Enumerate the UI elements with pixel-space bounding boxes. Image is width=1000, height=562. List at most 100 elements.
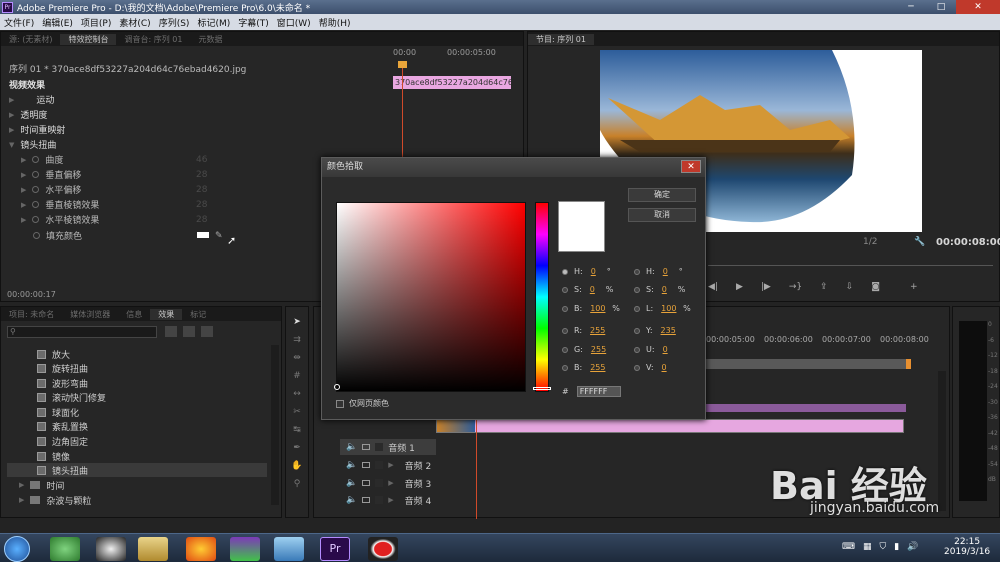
media-app-icon[interactable] <box>230 537 260 561</box>
menu-help[interactable]: 帮助(H) <box>315 16 355 29</box>
tab-program[interactable]: 节目: 序列 01 <box>528 33 594 45</box>
ec-playhead-handle[interactable] <box>398 61 407 68</box>
hand-tool-icon[interactable]: ✋ <box>289 459 305 473</box>
security-icon[interactable]: ⛉ <box>880 542 887 552</box>
param-row[interactable]: ▶ 水平棱镜效果 28 <box>21 212 211 227</box>
timeline-scrollbar[interactable] <box>938 371 946 511</box>
lift-icon[interactable]: ⇪ <box>820 282 828 296</box>
play-icon[interactable]: ▶ <box>736 282 743 296</box>
effect-time-remap[interactable]: ▶ 时间重映射 <box>9 122 65 137</box>
effect-list-item-selected[interactable]: 镜头扭曲 <box>7 463 267 477</box>
rgb-r-field[interactable]: R: 255 <box>562 326 610 335</box>
effect-list-item[interactable]: 波形弯曲 <box>37 376 88 390</box>
video-clip-bar-top[interactable] <box>706 404 906 412</box>
sync-lock-icon[interactable] <box>362 480 371 486</box>
stopwatch-icon[interactable] <box>32 171 40 178</box>
lock-toggle[interactable] <box>375 496 384 504</box>
ec-timecode[interactable]: 00:00:00:17 <box>7 290 56 299</box>
effect-list-item[interactable]: 边角固定 <box>37 434 88 448</box>
radio-hsl-s[interactable] <box>634 286 640 293</box>
ok-button[interactable]: 确定 <box>628 188 696 202</box>
hex-input[interactable]: FFFFFF <box>576 386 621 397</box>
menu-title[interactable]: 字幕(T) <box>234 16 273 29</box>
accelerated-filter-icon[interactable] <box>165 326 177 337</box>
hsl-s-field[interactable]: S: 0% <box>634 285 685 294</box>
menu-clip[interactable]: 素材(C) <box>115 16 154 29</box>
go-to-out-icon[interactable]: →} <box>789 282 802 296</box>
menu-edit[interactable]: 编辑(E) <box>38 16 77 29</box>
sync-lock-icon[interactable] <box>362 497 371 503</box>
stopwatch-icon[interactable] <box>33 232 40 239</box>
audio-track-header[interactable]: 🔈 ▶ 音频 2 <box>340 457 436 473</box>
effects-scrollbar[interactable] <box>271 345 279 505</box>
yuv-u-field[interactable]: U: 0 <box>634 345 677 354</box>
clock[interactable]: 22:15 2019/3/16 <box>944 537 990 557</box>
param-row[interactable]: ▶ 曲度 46 <box>21 152 211 167</box>
pen-tool-icon[interactable]: ✒ <box>289 441 305 455</box>
effect-lens-distortion[interactable]: ▼ 镜头扭曲 <box>9 137 56 152</box>
effect-list-item[interactable]: 放大 <box>37 347 70 361</box>
menu-window[interactable]: 窗口(W) <box>273 16 315 29</box>
effect-motion[interactable]: ▶ 运动 <box>9 92 54 107</box>
yuv-v-field[interactable]: V: 0 <box>634 363 676 372</box>
radio-y[interactable] <box>634 327 640 334</box>
fill-color-swatch[interactable] <box>197 232 209 238</box>
eyedropper-icon[interactable]: ✎ <box>215 231 223 241</box>
param-row[interactable]: ▶ 水平偏移 28 <box>21 182 211 197</box>
radio-hsl-l[interactable] <box>634 305 640 312</box>
hsb-s-field[interactable]: S: 0% <box>562 285 613 294</box>
add-button-icon[interactable]: + <box>910 282 918 296</box>
audio-track-header[interactable]: 🔈 ▶ 音频 4 <box>340 493 436 507</box>
menu-sequence[interactable]: 序列(S) <box>155 16 194 29</box>
effects-search-input[interactable]: ⚲ <box>7 326 157 338</box>
tab-markers[interactable]: 标记 <box>182 309 214 320</box>
stopwatch-icon[interactable] <box>32 186 40 193</box>
effect-opacity[interactable]: ▶ 透明度 <box>9 107 47 122</box>
radio-v[interactable] <box>634 364 640 371</box>
tab-audio-mixer[interactable]: 调音台: 序列 01 <box>116 34 190 45</box>
cancel-button[interactable]: 取消 <box>628 208 696 222</box>
lock-toggle[interactable] <box>375 461 384 469</box>
video-clip[interactable] <box>436 419 904 433</box>
input-method-icon[interactable]: ⌨ <box>842 542 855 552</box>
color-cursor[interactable] <box>334 384 340 390</box>
param-row-fill-color[interactable]: 填充颜色 ✎ ➚ <box>33 228 236 247</box>
tab-project[interactable]: 项目: 未命名 <box>1 309 62 320</box>
sync-lock-icon[interactable] <box>362 462 371 468</box>
step-forward-icon[interactable]: |▶ <box>761 282 771 296</box>
slip-tool-icon[interactable]: ↹ <box>289 423 305 437</box>
ripple-edit-tool-icon[interactable]: ⇹ <box>289 351 305 365</box>
radio-rgb-b[interactable] <box>562 364 568 371</box>
track-select-tool-icon[interactable]: ⇉ <box>289 333 305 347</box>
effect-list-item[interactable]: 滚动快门修复 <box>37 390 106 404</box>
effect-list-item[interactable]: 镜像 <box>37 449 70 463</box>
speaker-icon[interactable]: 🔈 <box>346 478 357 488</box>
extract-icon[interactable]: ⇩ <box>846 282 854 296</box>
radio-hsl-h[interactable] <box>634 268 640 275</box>
lock-toggle[interactable] <box>375 479 384 487</box>
premiere-taskbar-icon[interactable]: Pr <box>320 537 350 561</box>
speaker-icon[interactable]: 🔈 <box>346 442 357 452</box>
signal-icon[interactable]: ▮ <box>894 542 899 552</box>
volume-icon[interactable]: 🔊 <box>907 542 918 552</box>
dialog-close-icon[interactable]: ✕ <box>681 160 701 173</box>
sync-lock-icon[interactable] <box>362 444 371 450</box>
app-icon[interactable] <box>274 537 304 561</box>
audio-track-header[interactable]: 🔈 音频 1 <box>340 439 436 455</box>
lock-toggle[interactable] <box>375 443 384 451</box>
clip-bar[interactable]: 370ace8df53227a204d64c76ebad <box>393 76 511 89</box>
hsb-b-field[interactable]: B: 100% <box>562 304 620 313</box>
network-icon[interactable]: ▦ <box>863 542 872 552</box>
step-back-icon[interactable]: ◀| <box>708 282 718 296</box>
maximize-icon[interactable]: □ <box>926 0 956 14</box>
rate-stretch-tool-icon[interactable]: ↔ <box>289 387 305 401</box>
radio-u[interactable] <box>634 346 640 353</box>
effects-folder[interactable]: ▶ 时间 <box>19 478 64 492</box>
tab-source[interactable]: 源: (无素材) <box>1 34 60 45</box>
firefox-icon[interactable] <box>186 537 216 561</box>
radio-g[interactable] <box>562 346 568 353</box>
audio-track-header[interactable]: 🔈 ▶ 音频 3 <box>340 475 436 491</box>
360-browser-icon[interactable] <box>50 537 80 561</box>
radio-h[interactable] <box>562 268 568 275</box>
hsl-h-field[interactable]: H: 0 ° <box>634 267 683 276</box>
